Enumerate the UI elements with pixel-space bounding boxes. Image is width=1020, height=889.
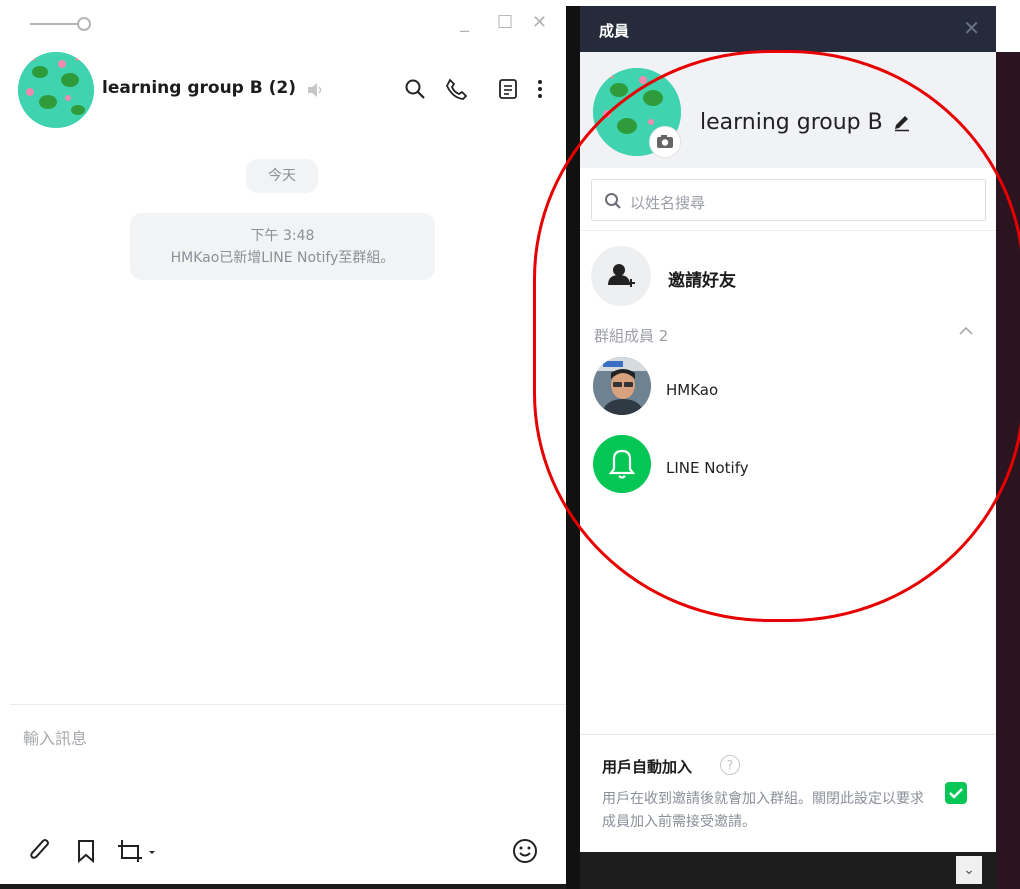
phone-icon[interactable]: [446, 78, 468, 100]
close-icon[interactable]: ✕: [963, 16, 980, 40]
system-message-text: HMKao已新增LINE Notify至群組。: [170, 250, 395, 266]
chat-window: _ ☐ ✕ learning group B (2) 今天 下午 3:48 HM…: [0, 0, 566, 889]
panel-header: 成員 ✕: [580, 6, 996, 52]
auto-join-checkbox[interactable]: [945, 782, 967, 804]
screen: ⌄ _ ☐ ✕ learning group B (2) 今天 下午 3:48 …: [0, 0, 1020, 889]
pin-icon[interactable]: [30, 14, 92, 34]
auto-join-title: 用戶自動加入: [602, 758, 693, 776]
close-button[interactable]: ✕: [532, 12, 547, 33]
check-icon: [949, 788, 963, 799]
message-input[interactable]: 輸入訊息: [23, 725, 87, 749]
paperclip-icon[interactable]: [28, 838, 52, 864]
chat-header: learning group B (2): [18, 52, 566, 130]
speaker-icon[interactable]: [306, 82, 324, 98]
group-avatar[interactable]: [18, 52, 94, 128]
panel-title: 成員: [599, 22, 630, 40]
background-strip: [580, 852, 996, 889]
auto-join-description: 用戶在收到邀請後就會加入群組。關閉此設定以要求成員加入前需接受邀請。: [602, 791, 924, 830]
emoji-icon[interactable]: [512, 838, 538, 864]
chat-title[interactable]: learning group B (2): [102, 78, 296, 98]
annotation-highlight: [533, 50, 1020, 622]
system-message-time: 下午 3:48: [250, 228, 315, 244]
system-message: 下午 3:48 HMKao已新增LINE Notify至群組。: [130, 213, 435, 280]
input-divider: [10, 704, 566, 705]
minimize-button[interactable]: _: [460, 12, 469, 33]
window-bottom-edge: [0, 884, 566, 889]
auto-join-divider: [580, 734, 996, 735]
search-icon[interactable]: [404, 78, 426, 100]
help-icon[interactable]: ?: [720, 755, 740, 775]
chevron-down-icon[interactable]: ⌄: [956, 856, 982, 884]
maximize-button[interactable]: ☐: [497, 12, 513, 33]
crop-icon[interactable]: [116, 838, 160, 864]
notes-icon[interactable]: [498, 78, 518, 100]
window-gap-top: [566, 0, 580, 6]
background-window-top: [996, 0, 1020, 52]
more-icon[interactable]: [536, 78, 544, 100]
bookmark-icon[interactable]: [76, 838, 96, 864]
date-separator: 今天: [246, 159, 318, 193]
